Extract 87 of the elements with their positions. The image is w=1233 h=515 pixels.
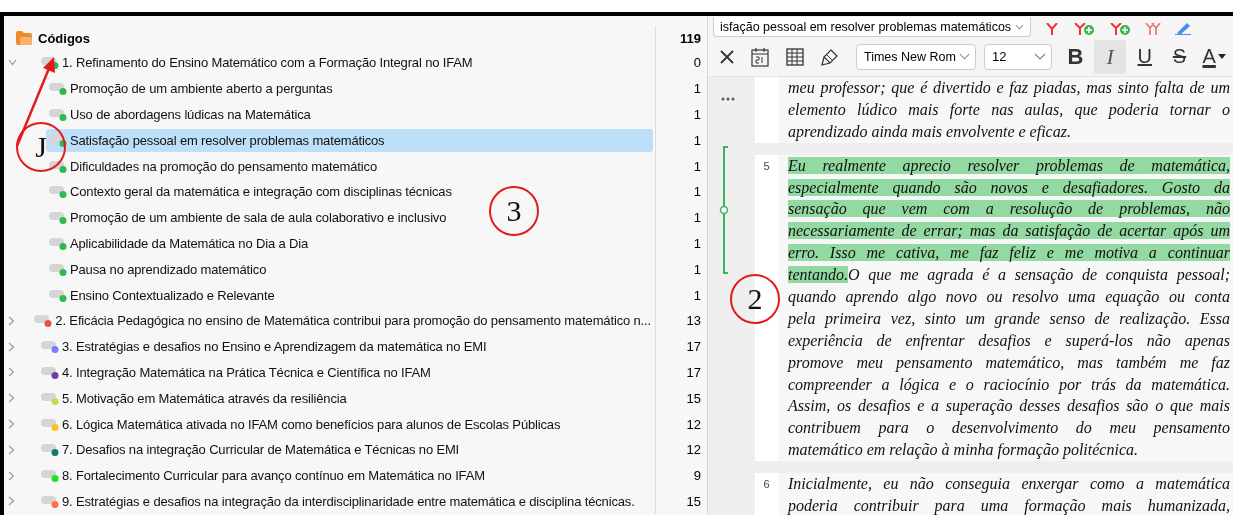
expand-caret-icon[interactable] xyxy=(8,59,17,67)
text-line: contribuem para o desenvolvimento do meu pensamento xyxy=(788,418,1230,439)
text-line: compreender a lógica e o raciocínio por trás da matemática. xyxy=(788,374,1230,396)
code-item[interactable]: Promoção de um ambiente de sala de aula colaborativo e inclusivo xyxy=(46,206,451,230)
code-dropdown[interactable]: isfação pessoal em resolver problemas matemáticos xyxy=(713,17,1031,37)
code-count: 9 xyxy=(655,462,707,489)
collapse-caret-icon[interactable] xyxy=(8,470,15,481)
codes-root-label[interactable]: Códigos xyxy=(38,30,655,46)
code-pin-icon[interactable] xyxy=(1045,23,1059,35)
dropdown-caret-icon xyxy=(1015,23,1024,30)
collapse-caret-icon[interactable] xyxy=(8,367,15,378)
code-item[interactable]: 5. Motivação em Matemática através da resiliência xyxy=(38,386,351,410)
text-line: meu professor; que é divertido e faz piadas, mas sinto falta de um xyxy=(788,78,1230,99)
bold-button[interactable]: B xyxy=(1059,39,1092,74)
folder-icon xyxy=(15,30,33,46)
underline-button[interactable]: U xyxy=(1128,39,1161,74)
code-count: 1 xyxy=(655,204,707,231)
pencil-icon[interactable] xyxy=(1175,23,1193,35)
code-count: 1 xyxy=(655,256,707,283)
code-count: 17 xyxy=(655,333,707,360)
font-size-select[interactable]: 12 xyxy=(984,43,1052,70)
text-line: Assim, os desafios e a superação desses desafios são o que mais xyxy=(788,396,1230,417)
code-item[interactable]: Pausa no aprendizado matemático xyxy=(46,257,271,281)
code-count: 12 xyxy=(655,411,707,437)
code-item[interactable]: Aplicabilidade da Matemática no Dia a Dia xyxy=(46,231,313,255)
annotation-circle: 3 xyxy=(489,186,539,236)
collapse-caret-icon[interactable] xyxy=(8,341,15,352)
code-count: 1 xyxy=(655,153,707,179)
calendar-icon[interactable] xyxy=(751,46,769,67)
code-add-icon[interactable] xyxy=(1109,23,1131,35)
code-item[interactable]: 8. Fortalecimento Curricular para avanço contínuo em Matemática no IFAM xyxy=(38,464,489,488)
annotation-circle: J xyxy=(16,122,66,172)
code-count: 119 xyxy=(655,26,707,50)
dropdown-caret-icon xyxy=(1033,53,1046,60)
code-item[interactable]: Satisfação pessoal em resolver problemas matemáticos xyxy=(46,128,653,152)
font-select[interactable]: Times New Rom xyxy=(856,43,976,70)
brush-icon[interactable] xyxy=(821,47,839,66)
code-item[interactable]: 4. Integração Matemática na Prática Técnica e Científica no IFAM xyxy=(38,360,435,384)
code-item[interactable]: 9. Estratégias e desafios na integração da interdisciplinaridade entre matemática e disciplina técnicas. xyxy=(38,489,639,513)
paragraph-number: 5 xyxy=(763,159,770,172)
code-count: 15 xyxy=(655,385,707,412)
code-count: 1 xyxy=(655,282,707,308)
text-line: Inicialmente, eu não conseguia enxergar como a matemática xyxy=(788,474,1230,495)
annotation-circle: 2 xyxy=(730,274,780,324)
collapse-caret-icon[interactable] xyxy=(8,419,15,430)
collapse-caret-icon[interactable] xyxy=(8,496,15,507)
code-item[interactable]: Ensino Contextualizado e Relevante xyxy=(46,283,279,307)
strike-button[interactable]: S xyxy=(1163,39,1196,74)
collapse-caret-icon[interactable] xyxy=(8,315,15,326)
paragraph-number: 6 xyxy=(763,478,770,491)
table-icon[interactable] xyxy=(786,47,804,66)
code-item[interactable]: 3. Estratégias e desafios no Ensino e Aprendizagem da matemática no EMI xyxy=(38,335,491,359)
italic-button[interactable]: I xyxy=(1094,39,1126,74)
dropdown-caret-icon xyxy=(958,53,970,60)
text-line: pela primeira vez, sinto um grande senso de realização. Essa xyxy=(788,308,1230,330)
text-line: tentando.O que me agrada é a sensação de conquista pessoal; xyxy=(788,265,1230,286)
close-icon[interactable] xyxy=(720,49,734,64)
code-item[interactable]: 6. Lógica Matemática ativada no IFAM como benefícios para alunos de Escolas Públicas xyxy=(38,412,565,436)
caret-icon xyxy=(1217,54,1226,59)
code-count: 1 xyxy=(655,230,707,257)
text-line: matemático em relação à minha formação politécnica. xyxy=(788,440,1139,461)
code-add-icon[interactable] xyxy=(1073,23,1095,35)
code-count: 17 xyxy=(655,359,707,386)
coding-stripe[interactable] xyxy=(719,145,731,274)
code-count: 13 xyxy=(655,307,707,334)
code-count: 12 xyxy=(655,436,707,463)
code-count: 1 xyxy=(655,179,707,205)
code-count: 1 xyxy=(655,101,707,128)
color-button[interactable]: A xyxy=(1198,39,1230,74)
text-line: experiência de enfrentar desafios e superá-los não apenas xyxy=(788,330,1230,352)
collapse-caret-icon[interactable] xyxy=(8,393,15,404)
code-count: 1 xyxy=(655,75,707,102)
code-count: 1 xyxy=(655,127,707,154)
code-item[interactable]: 7. Desafios na integração Curricular de Matemática e Técnicas no EMI xyxy=(38,438,464,462)
text-line: quando aprendo algo novo ou resolvo uma equação ou conta xyxy=(788,287,1230,308)
code-count: 15 xyxy=(655,488,707,515)
text-line: elemento lúdico mais forte nas aulas, que poderia tornar o xyxy=(788,99,1230,121)
more-icon[interactable] xyxy=(721,97,735,101)
collapse-caret-icon[interactable] xyxy=(8,444,15,455)
code-item[interactable]: Promoção de um ambiente aberto a perguntas xyxy=(46,77,337,101)
code-count: 0 xyxy=(655,50,707,76)
text-line: promove meu pensamento matemático, mas também me faz xyxy=(788,352,1230,374)
code-item[interactable]: Contexto geral da matemática e integração com disciplinas técnicas xyxy=(46,180,456,204)
multi-code-icon[interactable] xyxy=(1145,23,1161,35)
text-line: aprendizado ainda mais envolvente e eficaz. xyxy=(788,121,1072,143)
text-line: poderia contribuir para uma formação mais humanizada, xyxy=(788,496,1230,515)
code-item[interactable]: 2. Eficácia Pedagógica no ensino de Matemática contribui para promoção do pensamento matemático n... xyxy=(31,309,655,333)
